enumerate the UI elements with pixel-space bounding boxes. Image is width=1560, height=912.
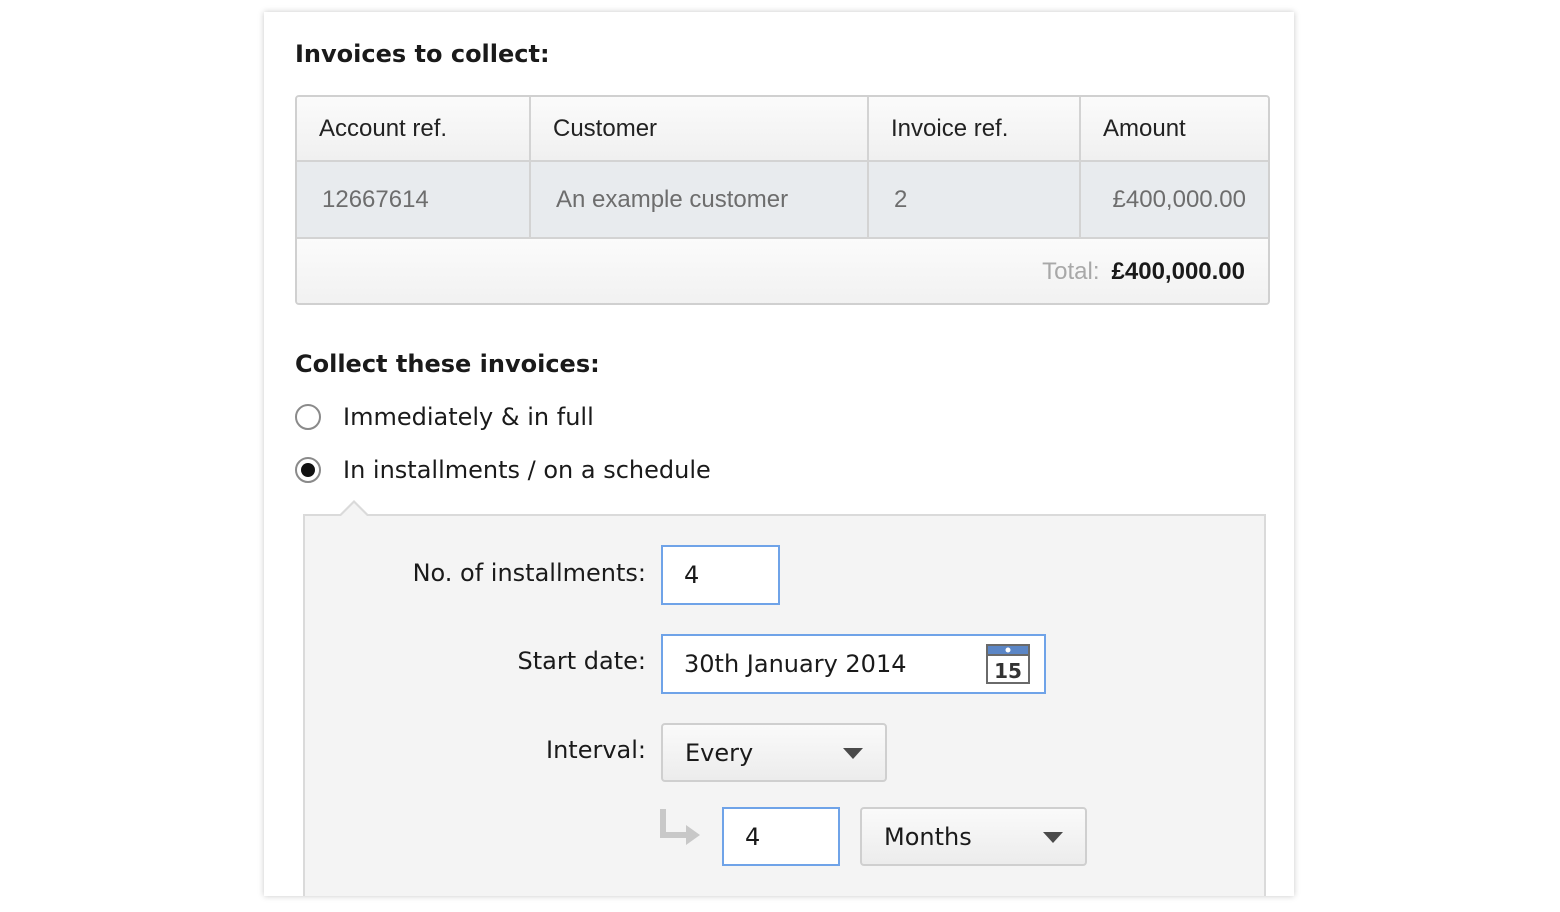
total: Total: £400,000.00 (1042, 239, 1245, 303)
radio-immediately[interactable] (295, 404, 321, 430)
radio-installments[interactable] (295, 457, 321, 483)
installments-input[interactable]: 4 (661, 545, 780, 605)
interval-select-value: Every (685, 738, 754, 767)
column-header-account-ref[interactable]: Account ref. (297, 97, 531, 160)
option-immediately-label: Immediately & in full (343, 403, 594, 431)
interval-unit-value: Months (884, 822, 972, 851)
installments-label: No. of installments: (412, 559, 646, 587)
interval-select[interactable]: Every (661, 723, 887, 782)
total-value: £400,000.00 (1111, 258, 1245, 285)
collect-heading: Collect these invoices: (295, 350, 600, 378)
invoices-heading: Invoices to collect: (295, 40, 550, 68)
chevron-down-icon (1043, 831, 1063, 843)
start-date-input[interactable]: 30th January 2014 15 (661, 634, 1046, 694)
column-header-customer[interactable]: Customer (531, 97, 869, 160)
table-row[interactable]: 12667614 An example customer 2 £400,000.… (297, 162, 1268, 239)
column-header-amount[interactable]: Amount (1081, 97, 1268, 160)
interval-unit-select[interactable]: Months (860, 807, 1087, 866)
table-header: Account ref. Customer Invoice ref. Amoun… (297, 97, 1268, 162)
start-date-label: Start date: (517, 647, 646, 675)
interval-count-input[interactable]: 4 (722, 807, 840, 866)
calendar-icon[interactable]: 15 (986, 644, 1030, 684)
total-label: Total: (1042, 258, 1100, 285)
option-installments[interactable]: In installments / on a schedule (295, 456, 711, 484)
table-footer: Total: £400,000.00 (297, 239, 1268, 303)
column-header-invoice-ref[interactable]: Invoice ref. (869, 97, 1081, 160)
invoices-table: Account ref. Customer Invoice ref. Amoun… (295, 95, 1270, 305)
cell-invoice-ref: 2 (869, 162, 1081, 237)
option-immediately[interactable]: Immediately & in full (295, 403, 594, 431)
cell-customer: An example customer (531, 162, 869, 237)
interval-label: Interval: (546, 736, 646, 764)
cell-account-ref: 12667614 (297, 162, 531, 237)
invoice-collection-card: Invoices to collect: Account ref. Custom… (264, 12, 1294, 896)
calendar-day: 15 (994, 659, 1022, 683)
option-installments-label: In installments / on a schedule (343, 456, 711, 484)
corner-arrow-icon (660, 809, 700, 845)
start-date-value: 30th January 2014 (684, 650, 907, 678)
cell-amount: £400,000.00 (1112, 185, 1246, 213)
chevron-down-icon (843, 747, 863, 759)
